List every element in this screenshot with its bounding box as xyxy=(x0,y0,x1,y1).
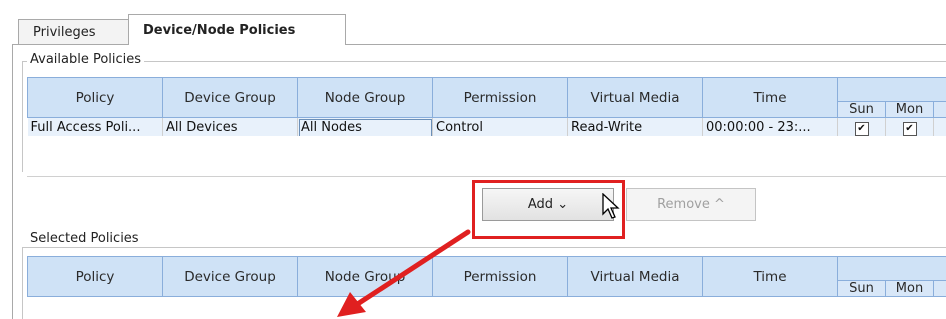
tab-device-node-policies[interactable]: Device/Node Policies xyxy=(128,14,346,45)
annotation-arrow-icon xyxy=(0,0,946,318)
